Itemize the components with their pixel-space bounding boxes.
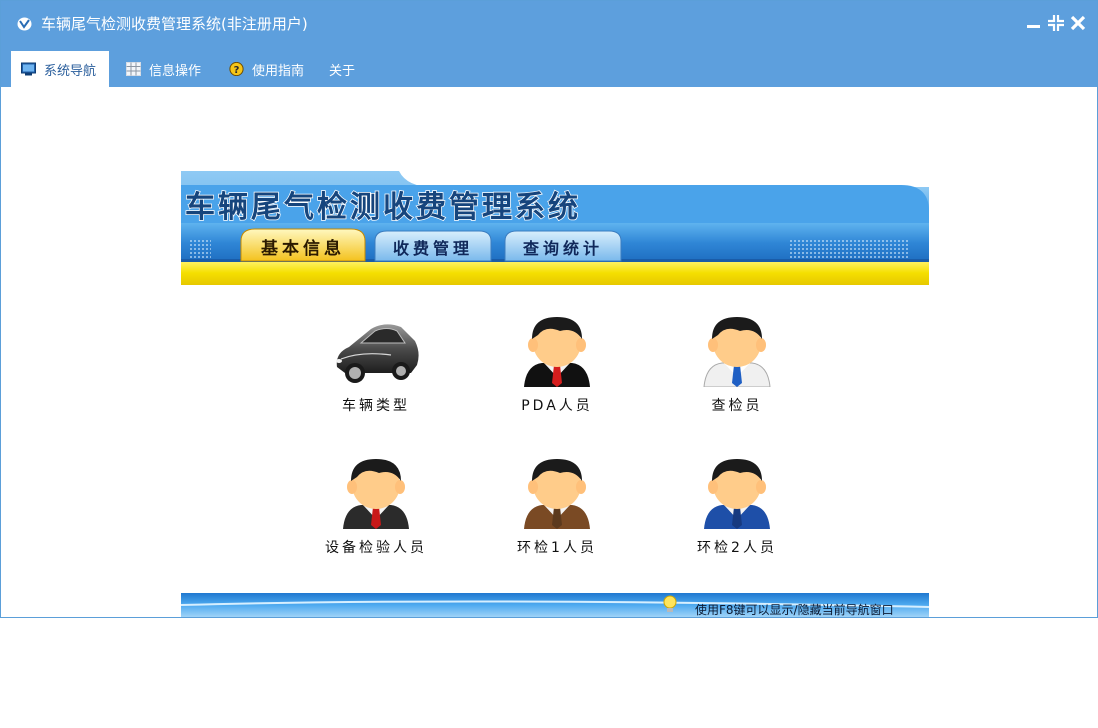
app-window: 车辆尾气检测收费管理系统(非注册用户) 系统导航 信息操作 ? 使用指南 关于 …: [0, 0, 1098, 618]
tab-label: 使用指南: [252, 63, 305, 79]
nav-item-inspector[interactable]: 查检员: [662, 313, 812, 415]
nav-item-label: 查检员: [711, 398, 763, 414]
banner-tab-label: 收费管理: [393, 239, 473, 258]
nav-item-env-inspector-1[interactable]: 环检1人员: [482, 455, 632, 557]
person-blue-tie-icon: [703, 317, 771, 388]
tab-about[interactable]: 关于: [319, 51, 365, 87]
tab-system-nav[interactable]: 系统导航: [11, 51, 109, 87]
app-logo-icon: [17, 17, 32, 31]
minimize-icon[interactable]: [1025, 14, 1043, 32]
tab-label: 系统导航: [44, 63, 97, 79]
banner-tab-label: 查询统计: [523, 239, 603, 258]
banner-tab-label: 基本信息: [260, 238, 345, 259]
nav-item-label: 车辆类型: [342, 398, 410, 414]
person-red-tie-icon: [524, 317, 590, 387]
person-blue-suit-icon: [704, 459, 770, 529]
close-icon[interactable]: [1069, 14, 1087, 32]
tab-info-ops[interactable]: 信息操作: [116, 51, 211, 87]
nav-item-label: 环检1人员: [517, 540, 597, 556]
footer-hint: 使用F8键可以显示/隐藏当前导航窗口: [695, 603, 894, 617]
banner-tab-fee-mgmt[interactable]: 收费管理: [374, 230, 492, 262]
banner: 车辆尾气检测收费管理系统 基本信息 收费管理 查询统计: [181, 171, 929, 285]
car-icon: [336, 324, 419, 383]
menu-bar: 系统导航 信息操作 ? 使用指南 关于: [1, 45, 1097, 87]
lightbulb-icon: [663, 595, 677, 612]
banner-tab-basic-info[interactable]: 基本信息: [240, 228, 366, 262]
nav-item-label: 环检2人员: [697, 540, 777, 556]
person-dark-suit-icon: [343, 459, 409, 529]
tab-user-guide[interactable]: ? 使用指南: [219, 51, 314, 87]
svg-text:?: ?: [234, 65, 240, 76]
nav-item-label: PDA人员: [521, 398, 593, 414]
title-bar[interactable]: 车辆尾气检测收费管理系统(非注册用户): [1, 1, 1097, 45]
monitor-icon: [21, 62, 36, 76]
person-brown-suit-icon: [524, 459, 590, 529]
nav-panel: 车辆尾气检测收费管理系统 基本信息 收费管理 查询统计 车辆类型 PDA人员 查…: [1, 87, 1097, 617]
window-title: 车辆尾气检测收费管理系统(非注册用户): [41, 15, 308, 33]
help-icon: ?: [229, 62, 244, 76]
nav-item-equipment-inspector[interactable]: 设备检验人员: [293, 455, 459, 557]
banner-title: 车辆尾气检测收费管理系统: [185, 190, 581, 225]
footer-bar: 使用F8键可以显示/隐藏当前导航窗口: [181, 593, 929, 617]
grid-icon: [126, 62, 141, 76]
nav-item-vehicle-type[interactable]: 车辆类型: [301, 313, 451, 415]
tab-label: 信息操作: [149, 63, 202, 79]
restore-icon[interactable]: [1047, 14, 1065, 32]
nav-item-label: 设备检验人员: [325, 540, 427, 556]
banner-tab-query-stats[interactable]: 查询统计: [504, 230, 622, 262]
nav-item-env-inspector-2[interactable]: 环检2人员: [662, 455, 812, 557]
nav-item-pda-staff[interactable]: PDA人员: [482, 313, 632, 415]
tab-label: 关于: [329, 63, 356, 79]
